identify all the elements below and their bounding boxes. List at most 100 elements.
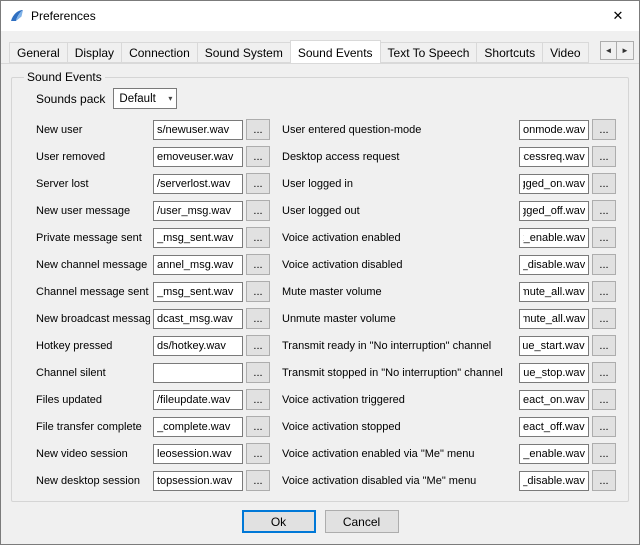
browse-button[interactable]: ... xyxy=(592,362,616,383)
event-file-input[interactable] xyxy=(153,444,243,464)
event-label: New broadcast message xyxy=(36,313,150,325)
tab-page-sound-events: Sound Events Sounds pack Default ▾ New u… xyxy=(1,63,639,544)
event-file-input[interactable] xyxy=(519,363,589,383)
event-file-input[interactable] xyxy=(153,363,243,383)
tab-sound-events[interactable]: Sound Events xyxy=(290,40,381,63)
sounds-pack-select[interactable]: Default ▾ xyxy=(113,88,177,109)
tab-scroll-left-icon[interactable]: ◄ xyxy=(600,41,617,60)
browse-button[interactable]: ... xyxy=(592,146,616,167)
event-file-input[interactable] xyxy=(153,228,243,248)
event-label: Mute master volume xyxy=(282,286,516,298)
event-file-input[interactable] xyxy=(519,336,589,356)
event-file-input[interactable] xyxy=(153,147,243,167)
event-label: Voice activation disabled via "Me" menu xyxy=(282,475,516,487)
browse-button[interactable]: ... xyxy=(246,254,270,275)
event-file-input[interactable] xyxy=(153,309,243,329)
event-file-input[interactable] xyxy=(519,444,589,464)
browse-button[interactable]: ... xyxy=(592,470,616,491)
event-file-input[interactable] xyxy=(519,147,589,167)
browse-button[interactable]: ... xyxy=(246,416,270,437)
event-label: New channel message xyxy=(36,259,150,271)
browse-button[interactable]: ... xyxy=(246,389,270,410)
browse-button[interactable]: ... xyxy=(592,281,616,302)
event-file-input[interactable] xyxy=(153,282,243,302)
cancel-button[interactable]: Cancel xyxy=(325,510,399,533)
browse-button[interactable]: ... xyxy=(246,200,270,221)
event-label: User logged out xyxy=(282,205,516,217)
window-title: Preferences xyxy=(31,9,96,23)
event-file-input[interactable] xyxy=(519,174,589,194)
event-file-input[interactable] xyxy=(153,417,243,437)
browse-button[interactable]: ... xyxy=(592,335,616,356)
event-label: Unmute master volume xyxy=(282,313,516,325)
event-label: Channel message sent xyxy=(36,286,150,298)
event-label: Voice activation enabled via "Me" menu xyxy=(282,448,516,460)
browse-button[interactable]: ... xyxy=(246,281,270,302)
tab-display[interactable]: Display xyxy=(67,42,122,63)
browse-button[interactable]: ... xyxy=(246,308,270,329)
event-label: User logged in xyxy=(282,178,516,190)
sound-events-grid: New user... User entered question-mode...… xyxy=(36,116,620,494)
browse-button[interactable]: ... xyxy=(592,308,616,329)
browse-button[interactable]: ... xyxy=(592,200,616,221)
tab-video[interactable]: Video xyxy=(542,42,588,63)
event-file-input[interactable] xyxy=(153,471,243,491)
event-label: Server lost xyxy=(36,178,150,190)
event-file-input[interactable] xyxy=(153,201,243,221)
event-file-input[interactable] xyxy=(153,120,243,140)
browse-button[interactable]: ... xyxy=(592,443,616,464)
groupbox-title: Sound Events xyxy=(24,70,105,84)
event-file-input[interactable] xyxy=(519,228,589,248)
browse-button[interactable]: ... xyxy=(246,173,270,194)
event-file-input[interactable] xyxy=(519,201,589,221)
chevron-down-icon: ▾ xyxy=(168,95,172,103)
event-file-input[interactable] xyxy=(519,309,589,329)
tab-connection[interactable]: Connection xyxy=(121,42,198,63)
event-file-input[interactable] xyxy=(519,417,589,437)
browse-button[interactable]: ... xyxy=(246,470,270,491)
event-file-input[interactable] xyxy=(153,255,243,275)
event-file-input[interactable] xyxy=(153,174,243,194)
event-label: Private message sent xyxy=(36,232,150,244)
browse-button[interactable]: ... xyxy=(592,254,616,275)
browse-button[interactable]: ... xyxy=(592,119,616,140)
event-label: Voice activation stopped xyxy=(282,421,516,433)
preferences-window: Preferences ✕ GeneralDisplayConnectionSo… xyxy=(0,0,640,545)
event-label: User entered question-mode xyxy=(282,124,516,136)
event-file-input[interactable] xyxy=(519,282,589,302)
browse-button[interactable]: ... xyxy=(246,227,270,248)
event-file-input[interactable] xyxy=(519,471,589,491)
tab-sound-system[interactable]: Sound System xyxy=(197,42,291,63)
browse-button[interactable]: ... xyxy=(592,389,616,410)
tab-scroll-right-icon[interactable]: ► xyxy=(617,41,634,60)
event-file-input[interactable] xyxy=(519,120,589,140)
browse-button[interactable]: ... xyxy=(246,335,270,356)
event-label: New video session xyxy=(36,448,150,460)
tab-bar: GeneralDisplayConnectionSound SystemSoun… xyxy=(9,39,599,63)
event-file-input[interactable] xyxy=(519,390,589,410)
event-label: Voice activation disabled xyxy=(282,259,516,271)
tab-text-to-speech[interactable]: Text To Speech xyxy=(380,42,478,63)
ok-button[interactable]: Ok xyxy=(242,510,316,533)
tab-shortcuts[interactable]: Shortcuts xyxy=(476,42,543,63)
browse-button[interactable]: ... xyxy=(592,227,616,248)
browse-button[interactable]: ... xyxy=(246,443,270,464)
browse-button[interactable]: ... xyxy=(592,416,616,437)
event-label: New user message xyxy=(36,205,150,217)
event-label: User removed xyxy=(36,151,150,163)
browse-button[interactable]: ... xyxy=(246,362,270,383)
event-file-input[interactable] xyxy=(153,336,243,356)
browse-button[interactable]: ... xyxy=(592,173,616,194)
browse-button[interactable]: ... xyxy=(246,146,270,167)
browse-button[interactable]: ... xyxy=(246,119,270,140)
event-file-input[interactable] xyxy=(519,255,589,275)
event-label: New user xyxy=(36,124,150,136)
sounds-pack-label: Sounds pack xyxy=(36,92,105,106)
event-file-input[interactable] xyxy=(153,390,243,410)
event-label: Voice activation enabled xyxy=(282,232,516,244)
close-button[interactable]: ✕ xyxy=(597,1,639,31)
dialog-footer: Ok Cancel xyxy=(1,510,639,533)
tab-general[interactable]: General xyxy=(9,42,68,63)
tab-scroll-control: ◄ ► xyxy=(600,41,634,60)
titlebar: Preferences ✕ xyxy=(1,1,639,31)
